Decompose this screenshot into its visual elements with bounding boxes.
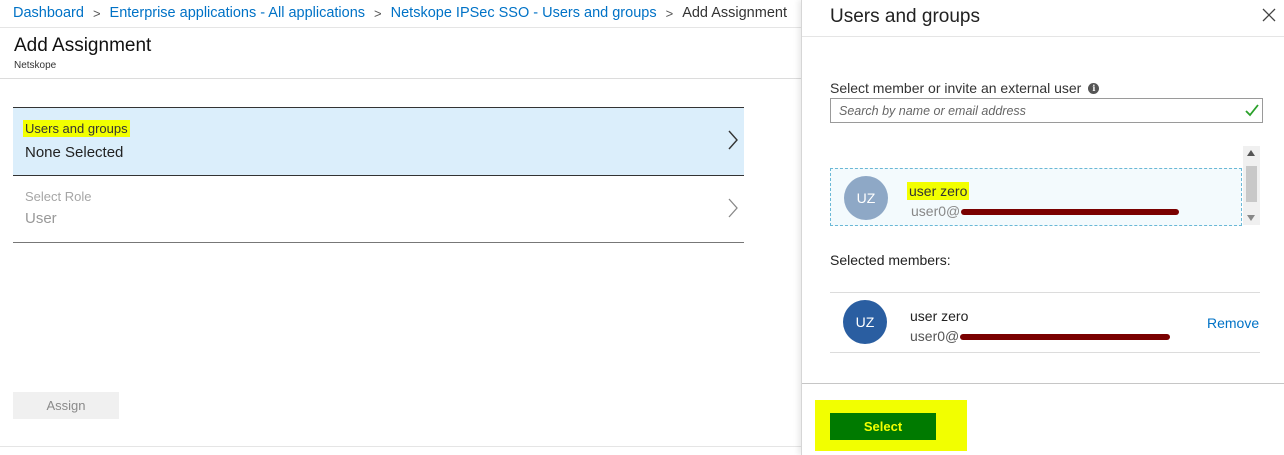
member-divider-bottom [830,352,1260,353]
result-name: user zero [907,182,970,200]
select-role-value: User [25,210,57,227]
panel-title: Users and groups [830,6,980,27]
breadcrumb-enterprise-apps[interactable]: Enterprise applications - All applicatio… [110,5,366,21]
member-email: user0@ [910,328,1171,344]
breadcrumb-dashboard[interactable]: Dashboard [13,5,84,21]
panel-footer-divider [802,383,1284,384]
redaction-mark [961,209,1180,216]
breadcrumb-netskope-users-groups[interactable]: Netskope IPSec SSO - Users and groups [391,5,657,21]
member-email-prefix: user0@ [910,328,960,344]
search-result-item[interactable]: UZ user zero user0@ [830,168,1242,226]
result-name-wrap: user zero [907,182,970,200]
breadcrumb-divider [0,27,801,28]
page-subtitle: Netskope [14,60,57,71]
users-and-groups-value: None Selected [25,144,124,161]
scroll-down-arrow-icon[interactable] [1247,215,1255,221]
search-label-row: Select member or invite an external user… [830,80,1100,96]
header-divider [0,78,801,79]
info-icon[interactable]: i [1088,82,1100,94]
add-assignment-blade: Dashboard > Enterprise applications - Al… [0,0,801,455]
avatar: UZ [844,176,888,220]
result-email: user0@ [911,203,1180,219]
chevron-right-icon [728,198,738,218]
breadcrumb-separator: > [92,5,101,21]
member-search-input[interactable] [830,98,1263,123]
breadcrumb-separator: > [374,5,382,21]
select-role-label: Select Role [25,189,92,204]
redaction-mark [960,334,1171,341]
users-and-groups-label: Users and groups [23,120,130,137]
users-and-groups-row[interactable]: Users and groups None Selected [13,107,744,176]
scrollbar-thumb[interactable] [1246,166,1257,202]
panel-header-divider [802,36,1284,37]
selected-members-label: Selected members: [830,252,951,268]
scroll-up-arrow-icon[interactable] [1247,150,1255,156]
result-email-prefix: user0@ [911,203,961,219]
page-title: Add Assignment [14,35,152,56]
results-scrollbar[interactable] [1243,146,1260,225]
avatar: UZ [843,300,887,344]
member-divider-top [830,292,1260,293]
search-label: Select member or invite an external user [830,80,1082,96]
select-button[interactable]: Select [830,413,936,440]
chevron-right-icon [728,130,738,150]
users-and-groups-panel: Users and groups Select member or invite… [801,0,1284,455]
breadcrumb-current: Add Assignment [682,5,787,21]
assign-button[interactable]: Assign [13,392,119,419]
breadcrumb: Dashboard > Enterprise applications - Al… [13,5,787,21]
checkmark-icon [1245,104,1259,117]
footer-divider [0,446,801,447]
select-role-row[interactable]: Select Role User [13,176,744,243]
close-icon[interactable] [1261,7,1277,23]
breadcrumb-separator: > [665,5,674,21]
users-and-groups-label-wrap: Users and groups [23,120,130,137]
remove-member-link[interactable]: Remove [1207,315,1259,331]
member-name: user zero [910,308,969,324]
